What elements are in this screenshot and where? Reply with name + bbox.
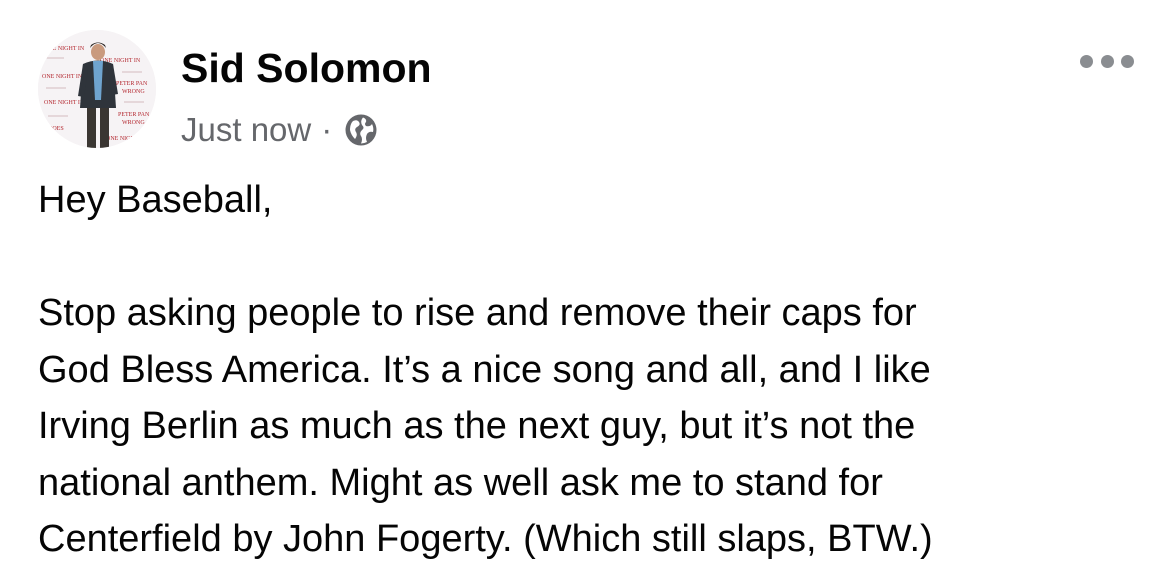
backdrop-logo: WRONG: [122, 120, 145, 126]
meta-separator: ·: [321, 111, 333, 148]
message-line: God Bless America. It’s a nice song and …: [38, 348, 931, 391]
avatar[interactable]: ONE NIGHT IN ONE NIGHT IN PETER PAN WRON…: [38, 30, 156, 148]
globe-icon[interactable]: [344, 113, 378, 147]
message-line: national anthem. Might as well ask me to…: [38, 461, 883, 504]
post-timestamp[interactable]: Just now: [181, 111, 311, 149]
backdrop-logo: PETER PAN: [118, 112, 150, 118]
message-line: Centerfield by John Fogerty. (Which stil…: [38, 518, 933, 560]
backdrop-logo: ONE NIGHT IN: [106, 136, 147, 142]
post-message: Hey Baseball, Stop asking people to rise…: [38, 172, 1148, 568]
message-line: Stop asking people to rise and remove th…: [38, 292, 917, 334]
backdrop-logo: ONE NIGHT IN: [44, 100, 85, 106]
message-line: Irving Berlin as much as the next guy, b…: [38, 405, 916, 447]
facebook-post: ONE NIGHT IN ONE NIGHT IN PETER PAN WRON…: [0, 0, 1170, 571]
more-dot: [1080, 54, 1093, 68]
backdrop-logo: PETER PAN: [116, 81, 148, 87]
backdrop-logo: WRONG: [122, 89, 145, 95]
more-dot: [1100, 54, 1114, 68]
message-greeting: Hey Baseball,: [38, 179, 273, 221]
backdrop-logo: GOES: [48, 126, 64, 132]
backdrop-logo: ONE NIGHT IN: [44, 46, 85, 52]
more-options-icon[interactable]: [1080, 44, 1134, 78]
profile-photo: ONE NIGHT IN ONE NIGHT IN PETER PAN WRON…: [38, 30, 156, 148]
author-name[interactable]: Sid Solomon: [181, 44, 432, 92]
post-meta: Just now ·: [181, 108, 378, 152]
more-dot: [1121, 54, 1134, 68]
backdrop-logo: ONE NIGHT IN: [42, 74, 83, 80]
